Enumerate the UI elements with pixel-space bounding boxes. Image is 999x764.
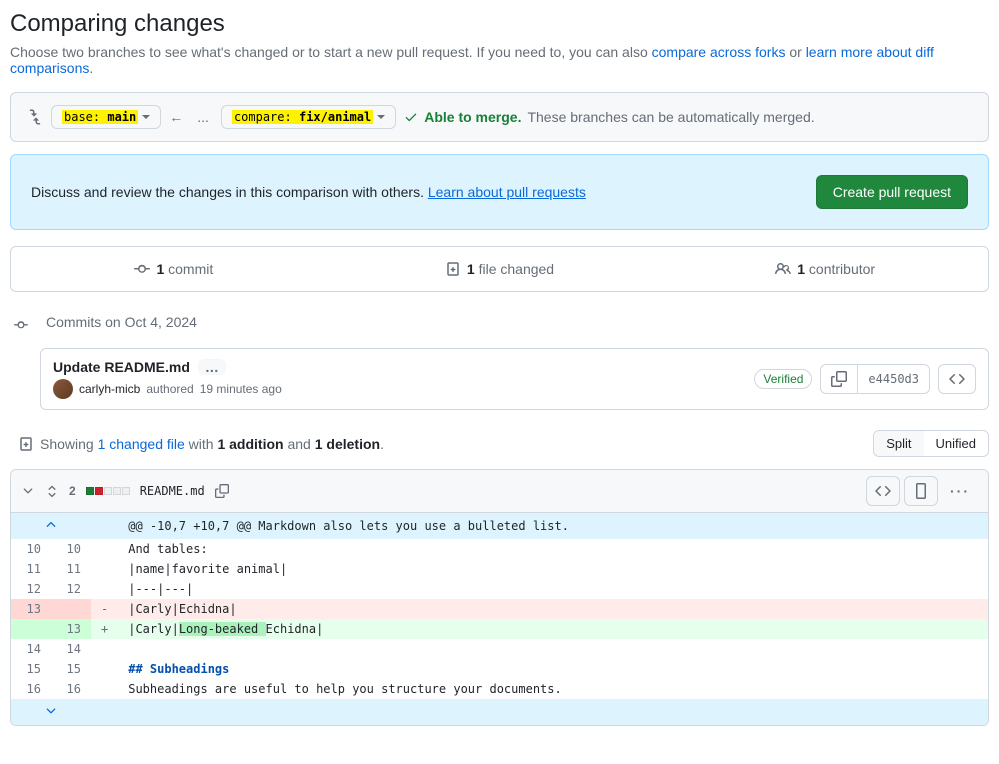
merge-status: Able to merge. These branches can be aut… [404,109,814,125]
create-pull-request-button[interactable]: Create pull request [816,175,968,209]
chevron-down-icon [377,115,385,119]
git-compare-icon [27,109,43,125]
summary-commits[interactable]: 1 commit [11,247,337,291]
page-title: Comparing changes [10,10,989,38]
file-diff-icon [445,261,461,277]
diff-line: 1111 |name|favorite animal| [11,559,988,579]
diff-line: 1212 |---|---| [11,579,988,599]
changes-summary: Showing 1 changed file with 1 addition a… [18,436,384,452]
diff-line: 1010 And tables: [11,539,988,559]
people-icon [775,261,791,277]
commit-more-button[interactable]: … [198,359,226,375]
file-diff-icon [18,436,34,452]
summary-contributors[interactable]: 1 contributor [662,247,988,291]
split-view-button[interactable]: Split [874,431,923,456]
changed-files-link[interactable]: 1 changed file [98,436,185,452]
page-subtitle: Choose two branches to see what's change… [10,44,989,76]
commit-author[interactable]: carlyh-micb [79,382,140,396]
diff-filename[interactable]: README.md [140,484,205,498]
expand-all-icon[interactable] [45,484,59,498]
diff-more-button[interactable]: ··· [942,477,978,505]
browse-code-button[interactable] [939,365,975,393]
commits-date-header: Commits on Oct 4, 2024 [46,314,197,336]
expand-down-button[interactable] [11,699,91,725]
diff-line: 13-|Carly|Echidna| [11,599,988,619]
chevron-down-icon[interactable] [21,484,35,498]
diff-blocks [86,487,130,495]
diff-line: 1414 [11,639,988,659]
source-view-button[interactable] [866,476,900,506]
compare-branch-button[interactable]: compare: fix/animal [221,105,396,129]
summary-files[interactable]: 1 file changed [337,247,663,291]
learn-pull-requests-link[interactable]: Learn about pull requests [428,184,586,200]
expand-up-button[interactable] [11,513,91,539]
diff-table: @@ -10,7 +10,7 @@ Markdown also lets you… [11,513,988,725]
discuss-panel: Discuss and review the changes in this c… [10,154,989,230]
check-icon [404,110,418,124]
diff-file: 2 README.md ··· @@ -10,7 +10,7 @@ Markdo… [10,469,989,726]
diff-line: 13+|Carly|Long-beaked Echidna| [11,619,988,639]
ellipsis-button[interactable]: ... [193,109,213,125]
avatar[interactable] [53,379,73,399]
base-branch-button[interactable]: base: main [51,105,161,129]
diff-line: 1515 ## Subheadings [11,659,988,679]
diff-view-toggle[interactable]: Split Unified [873,430,989,457]
compare-bar: base: main ← ... compare: fix/animal Abl… [10,92,989,142]
diff-line: 1616 Subheadings are useful to help you … [11,679,988,699]
commit-sha[interactable]: e4450d3 [857,365,929,393]
arrow-left-icon: ← [169,109,185,125]
commit-dot-icon [10,314,32,336]
copy-sha-button[interactable] [821,365,857,393]
commit-row: Update README.md … carlyh-micb authored … [40,348,989,410]
rendered-view-button[interactable] [904,476,938,506]
copy-path-icon[interactable] [215,484,229,498]
summary-bar: 1 commit 1 file changed 1 contributor [10,246,989,292]
verified-badge[interactable]: Verified [754,369,812,389]
commit-title-link[interactable]: Update README.md [53,359,190,375]
unified-view-button[interactable]: Unified [924,431,988,456]
commit-time: 19 minutes ago [200,382,282,396]
commit-icon [134,261,150,277]
hunk-header: @@ -10,7 +10,7 @@ Markdown also lets you… [118,513,988,539]
compare-across-forks-link[interactable]: compare across forks [652,44,786,60]
chevron-down-icon [142,115,150,119]
diff-stat: 2 [69,484,76,498]
